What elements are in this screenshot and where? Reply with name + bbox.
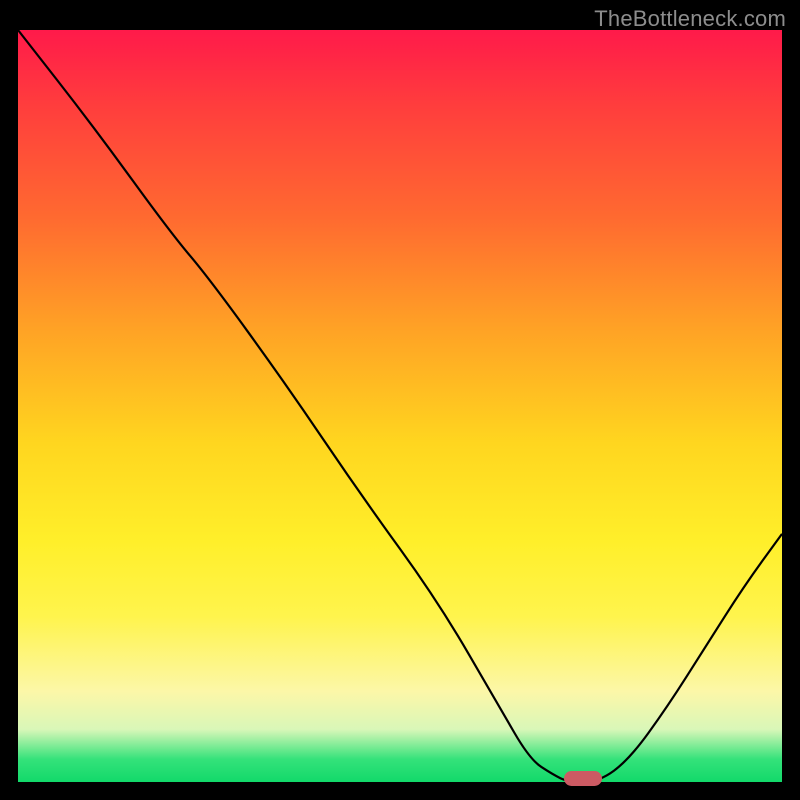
chart-frame: TheBottleneck.com [0, 0, 800, 800]
watermark-text: TheBottleneck.com [594, 6, 786, 32]
optimal-marker [564, 771, 602, 786]
bottleneck-curve [18, 30, 782, 782]
curve-path [18, 30, 782, 782]
plot-area [18, 30, 782, 782]
